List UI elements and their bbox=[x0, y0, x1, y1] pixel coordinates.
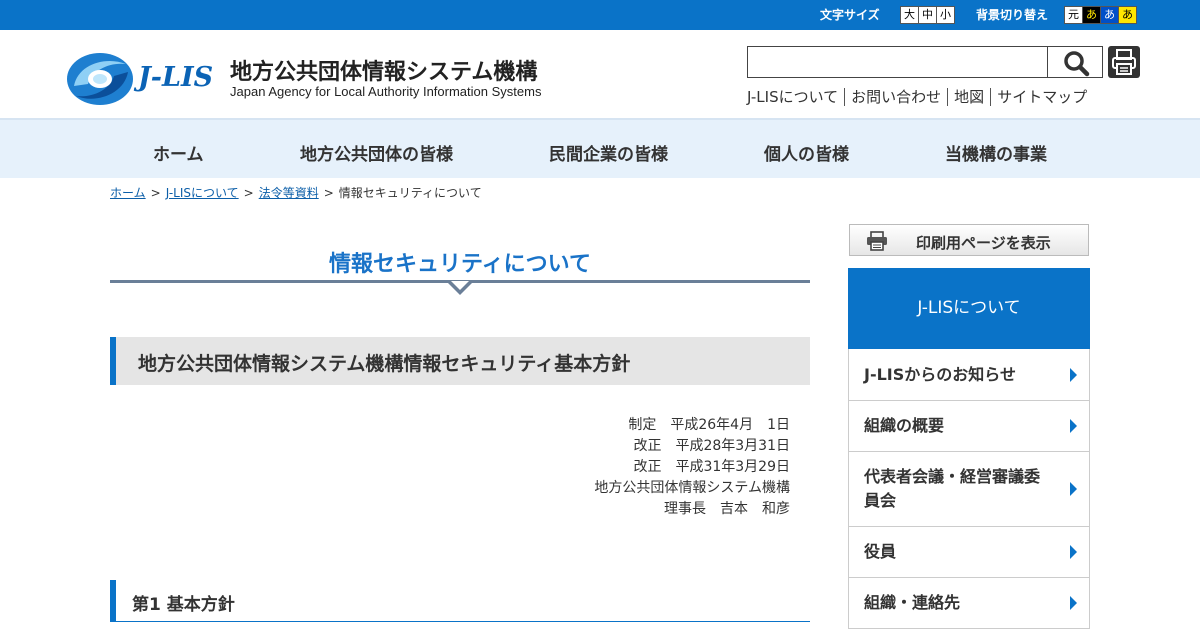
header-link-map[interactable]: 地図 bbox=[947, 88, 990, 106]
meta-line: 理事長 吉本 和彦 bbox=[664, 501, 790, 517]
global-nav: ホーム 地方公共団体の皆様 民間企業の皆様 個人の皆様 当機構の事業 bbox=[0, 118, 1200, 178]
breadcrumb-separator: > bbox=[150, 185, 161, 200]
search-icon bbox=[1064, 51, 1090, 77]
arrow-right-icon bbox=[1070, 482, 1077, 496]
font-size-label: 文字サイズ bbox=[820, 8, 880, 22]
arrow-right-icon bbox=[1070, 419, 1077, 433]
breadcrumb-about[interactable]: J-LISについて bbox=[166, 184, 239, 201]
nav-item-local-gov[interactable]: 地方公共団体の皆様 bbox=[300, 140, 453, 165]
page-title: 情報セキュリティについて bbox=[328, 252, 592, 277]
utility-bar: 文字サイズ 大 中 小 背景切り替え 元 あ あ あ bbox=[0, 0, 1200, 30]
enactment-info: 制定 平成26年4月 1日 改正 平成28年3月31日 改正 平成31年3月29… bbox=[594, 415, 790, 520]
breadcrumb: ホーム > J-LISについて > 法令等資料 > 情報セキュリティについて bbox=[110, 184, 482, 201]
breadcrumb-separator: > bbox=[323, 185, 334, 200]
bg-default-button[interactable]: 元 bbox=[1064, 6, 1083, 24]
search-button[interactable] bbox=[1047, 46, 1103, 78]
section-heading-band: 第1 基本方針 bbox=[110, 580, 810, 622]
sidebar-item-label: 組織・連絡先 bbox=[864, 593, 961, 612]
sidebar-menu: J-LISからのお知らせ 組織の概要 代表者会議・経営審議委員会 役員 組織・連… bbox=[848, 349, 1090, 629]
section-heading: 第1 基本方針 bbox=[132, 595, 235, 615]
policy-heading-band: 地方公共団体情報システム機構情報セキュリティ基本方針 bbox=[110, 337, 810, 385]
print-button[interactable] bbox=[1108, 46, 1140, 78]
background-buttons: 元 あ あ あ bbox=[1064, 6, 1137, 24]
arrow-right-icon bbox=[1070, 545, 1077, 559]
header-link-about[interactable]: J-LISについて bbox=[747, 88, 844, 106]
meta-line: 制定 平成26年4月 1日 bbox=[628, 417, 790, 433]
font-size-large-button[interactable]: 大 bbox=[900, 6, 919, 24]
header-links: J-LISについて お問い合わせ 地図 サイトマップ bbox=[747, 88, 1093, 106]
bg-black-button[interactable]: あ bbox=[1082, 6, 1101, 24]
breadcrumb-home[interactable]: ホーム bbox=[110, 184, 146, 201]
bg-yellow-button[interactable]: あ bbox=[1118, 6, 1137, 24]
nav-item-home[interactable]: ホーム bbox=[153, 140, 204, 165]
breadcrumb-legal[interactable]: 法令等資料 bbox=[259, 184, 319, 201]
meta-line: 改正 平成28年3月31日 bbox=[633, 438, 790, 454]
header-link-contact[interactable]: お問い合わせ bbox=[844, 88, 947, 106]
print-page-button[interactable]: 印刷用ページを表示 bbox=[849, 224, 1089, 256]
sidebar-item-label: 組織の概要 bbox=[864, 416, 945, 435]
font-size-medium-button[interactable]: 中 bbox=[918, 6, 937, 24]
breadcrumb-separator: > bbox=[243, 185, 254, 200]
font-size-buttons: 大 中 小 bbox=[900, 6, 955, 24]
nav-item-individual[interactable]: 個人の皆様 bbox=[764, 140, 849, 165]
sidebar-item-officers[interactable]: 役員 bbox=[848, 527, 1090, 578]
header-link-sitemap[interactable]: サイトマップ bbox=[990, 88, 1093, 106]
meta-line: 改正 平成31年3月29日 bbox=[633, 459, 790, 475]
org-name-en: Japan Agency for Local Authority Informa… bbox=[230, 84, 542, 99]
font-size-small-button[interactable]: 小 bbox=[936, 6, 955, 24]
logo-swirl-icon[interactable] bbox=[66, 52, 134, 106]
printer-icon bbox=[867, 231, 887, 251]
breadcrumb-current: 情報セキュリティについて bbox=[338, 186, 482, 200]
arrow-right-icon bbox=[1070, 367, 1077, 382]
sidebar-item-news[interactable]: J-LISからのお知らせ bbox=[848, 349, 1090, 401]
title-notch-icon bbox=[446, 281, 474, 295]
policy-heading: 地方公共団体情報システム機構情報セキュリティ基本方針 bbox=[138, 353, 631, 375]
meta-line: 地方公共団体情報システム機構 bbox=[594, 480, 790, 496]
sidebar-item-council[interactable]: 代表者会議・経営審議委員会 bbox=[848, 452, 1090, 527]
arrow-right-icon bbox=[1070, 596, 1077, 610]
search-input[interactable] bbox=[747, 46, 1049, 78]
sidebar-item-label: J-LISからのお知らせ bbox=[864, 365, 1016, 384]
bg-blue-button[interactable]: あ bbox=[1100, 6, 1119, 24]
site-header: J-LIS 地方公共団体情報システム機構 Japan Agency for Lo… bbox=[0, 30, 1200, 118]
sidebar-item-contacts[interactable]: 組織・連絡先 bbox=[848, 578, 1090, 629]
print-page-label: 印刷用ページを表示 bbox=[916, 234, 1051, 252]
background-switch-label: 背景切り替え bbox=[976, 8, 1049, 22]
nav-item-business[interactable]: 当機構の事業 bbox=[945, 140, 1047, 165]
sidebar-item-label: 代表者会議・経営審議委員会 bbox=[864, 467, 1041, 510]
sidebar-heading[interactable]: J-LISについて bbox=[848, 268, 1090, 349]
org-name: 地方公共団体情報システム機構 bbox=[230, 60, 538, 85]
sidebar-item-overview[interactable]: 組織の概要 bbox=[848, 401, 1090, 452]
sidebar-item-label: 役員 bbox=[864, 542, 897, 561]
printer-icon bbox=[1112, 49, 1136, 75]
logo-text[interactable]: J-LIS bbox=[138, 62, 213, 93]
nav-item-private[interactable]: 民間企業の皆様 bbox=[549, 140, 668, 165]
